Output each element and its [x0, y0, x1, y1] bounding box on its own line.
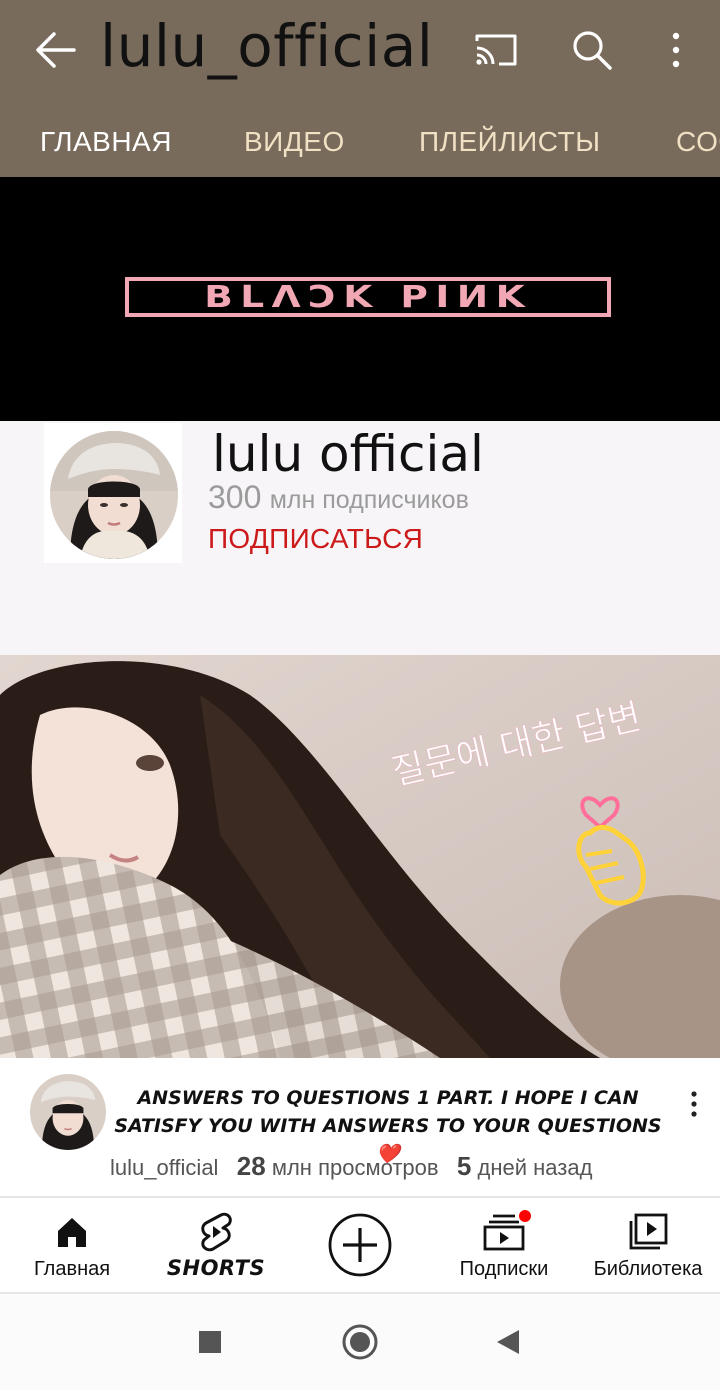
subscriber-count-label: млн подписчиков: [269, 486, 469, 514]
shorts-icon: [201, 1212, 232, 1252]
channel-name: lulu official: [212, 425, 484, 483]
back-system-button[interactable]: [488, 1322, 528, 1362]
video-meta[interactable]: Answers to questions 1 part. I hope I ca…: [0, 1058, 720, 1198]
create-button[interactable]: [324, 1198, 396, 1294]
video-avatar-image: [30, 1074, 106, 1150]
nav-home-label: Главная: [33, 1258, 111, 1280]
video-age-label: дней назад: [477, 1155, 593, 1180]
video-views-number: 28: [236, 1151, 266, 1181]
video-more-button[interactable]: [676, 1086, 712, 1122]
nav-shorts[interactable]: SHORTS: [160, 1198, 272, 1294]
tab-home[interactable]: ГЛАВНАЯ: [40, 126, 172, 158]
home-icon: [58, 1218, 86, 1247]
channel-banner: BLΛƆK PIИK: [0, 177, 720, 421]
subscribe-button[interactable]: ПОДПИСАТЬСЯ: [208, 523, 423, 555]
back-button[interactable]: [30, 24, 82, 76]
video-subtitle: lulu_official 28 млн просмотров 5 дней н…: [110, 1151, 592, 1182]
triangle-back-icon: [497, 1330, 519, 1354]
channel-tabs: ГЛАВНАЯ ВИДЕО ПЛЕЙЛИСТЫ СОО: [0, 118, 720, 174]
channel-avatar[interactable]: [50, 431, 178, 559]
square-icon: [199, 1331, 221, 1353]
banner-logo: BLΛƆK PIИK: [125, 277, 611, 317]
notification-dot: [517, 1208, 533, 1224]
nav-library[interactable]: Библиотека: [584, 1198, 712, 1294]
recent-apps-button[interactable]: [190, 1322, 230, 1362]
bottom-navigation: Главная SHORTS Подписки Библиотека: [0, 1198, 720, 1294]
subscriber-count: 300 млн подписчиков: [208, 479, 469, 516]
channel-header: lulu_official ГЛАВНАЯ ВИДЕО ПЛЕЙЛИСТЫ СО: [0, 0, 720, 177]
video-age-number: 5: [456, 1151, 472, 1181]
video-thumbnail[interactable]: 질문에 대한 답변: [0, 655, 720, 1058]
thumbnail-image: 질문에 대한 답변: [0, 655, 720, 1058]
tab-videos[interactable]: ВИДЕО: [244, 126, 345, 158]
more-vertical-icon: [691, 1091, 697, 1117]
search-icon: [573, 31, 612, 70]
nav-shorts-label: SHORTS: [166, 1256, 266, 1280]
subscriber-count-number: 300: [208, 479, 262, 515]
nav-subscriptions-label: Подписки: [459, 1258, 549, 1280]
video-views-label: млн просмотров: [271, 1155, 439, 1180]
cast-icon: [475, 34, 517, 66]
more-vertical-icon: [672, 32, 680, 68]
tab-community[interactable]: СОО: [676, 126, 720, 158]
video-channel-name: lulu_official: [110, 1155, 219, 1180]
system-navigation-bar: [0, 1294, 720, 1390]
tab-playlists[interactable]: ПЛЕЙЛИСТЫ: [419, 126, 600, 158]
channel-info: lulu official 300 млн подписчиков ПОДПИС…: [0, 421, 720, 655]
video-channel-avatar[interactable]: [30, 1074, 106, 1150]
arrow-left-icon: [36, 32, 76, 68]
search-button[interactable]: [566, 24, 618, 76]
page-title: lulu_official: [100, 12, 434, 80]
youtube-channel-screen: lulu_official ГЛАВНАЯ ВИДЕО ПЛЕЙЛИСТЫ СО…: [0, 0, 720, 1390]
more-options-button[interactable]: [650, 24, 702, 76]
nav-library-label: Библиотека: [593, 1258, 703, 1280]
add-icon: [328, 1213, 392, 1277]
library-icon: [629, 1213, 668, 1250]
avatar-image: [50, 431, 178, 559]
channel-avatar-frame: [44, 423, 182, 563]
cast-button[interactable]: [470, 24, 522, 76]
nav-home[interactable]: Главная: [12, 1198, 132, 1294]
home-system-button[interactable]: [340, 1322, 380, 1362]
circle-icon: [342, 1324, 378, 1360]
banner-logo-text: BLΛƆK PIИK: [203, 279, 533, 315]
nav-subscriptions[interactable]: Подписки: [448, 1198, 560, 1294]
